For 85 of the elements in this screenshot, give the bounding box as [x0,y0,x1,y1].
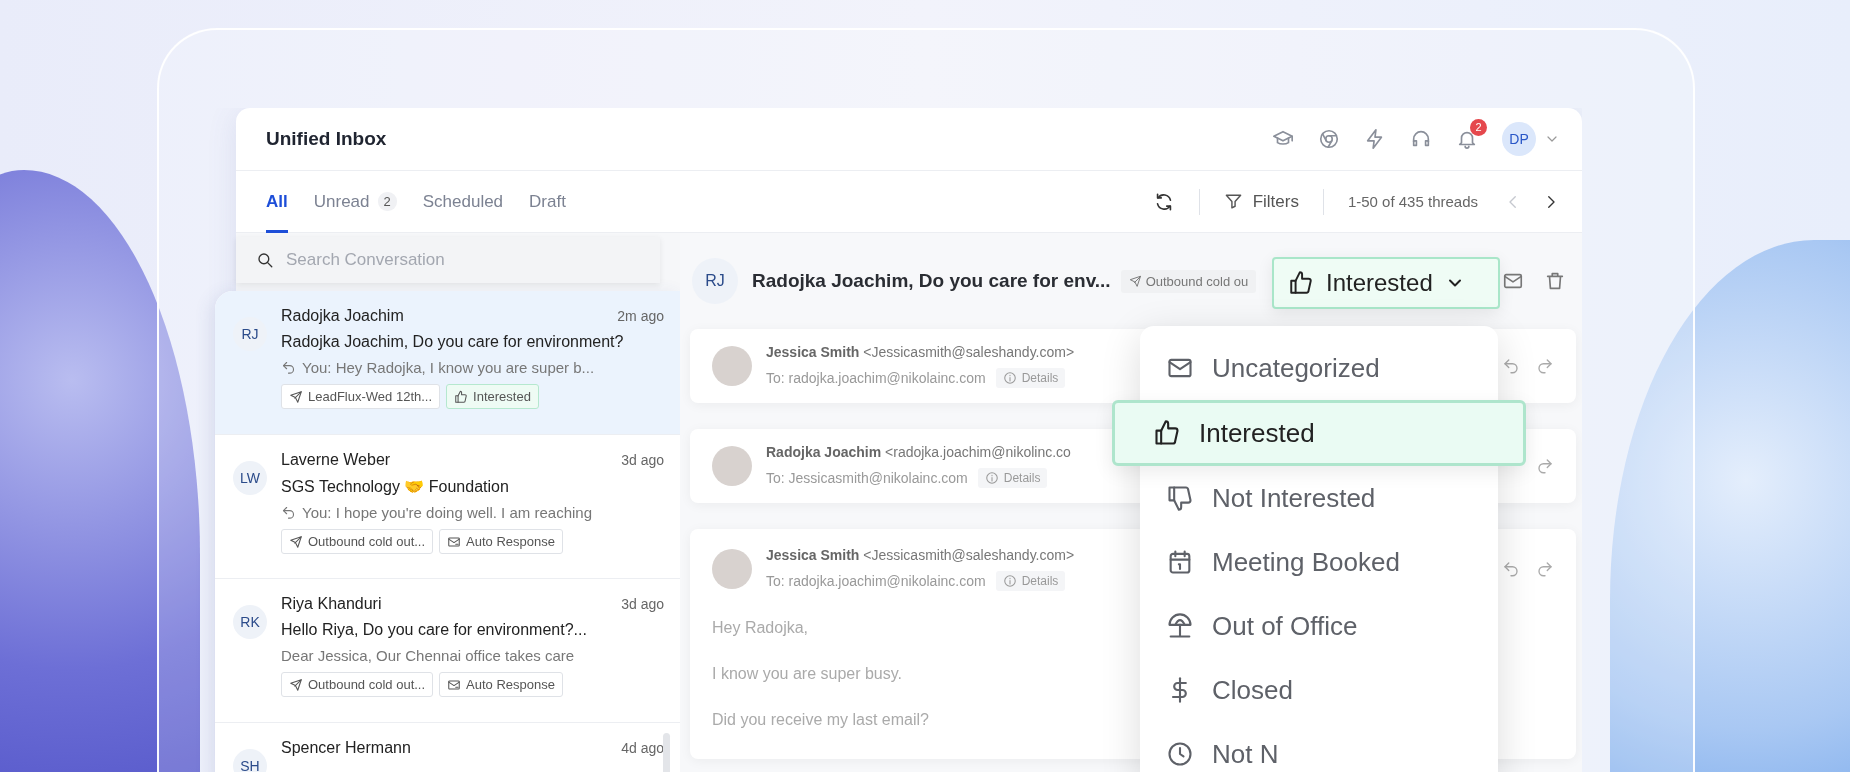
thumbs-up-icon [1288,270,1314,296]
beach-umbrella-icon [1166,612,1194,640]
tag: Interested [446,384,539,409]
send-icon [1128,274,1142,288]
forward-icon[interactable] [1536,457,1554,475]
user-avatar[interactable]: DP [1502,122,1536,156]
tag: LeadFlux-Wed 12th... [281,384,441,409]
contact-name: Riya Khanduri [281,595,382,613]
contact-avatar: RJ [692,258,738,304]
thread-subject: Radojka Joachim, Do you care for env... [752,270,1111,292]
filters-button[interactable]: Filters [1223,191,1299,212]
contact-name: Spencer Hermann [281,739,411,757]
thumbs-up-icon [454,389,469,404]
forward-icon[interactable] [1536,560,1554,578]
message-text: Did you receive my last email? [712,711,929,729]
search-icon [256,251,274,269]
menu-item[interactable]: Not Interested [1140,466,1498,530]
tab[interactable]: Scheduled [422,170,504,233]
trash-icon[interactable] [1544,270,1566,292]
notification-badge: 2 [1470,119,1487,136]
message-text: I know you are super busy. [712,665,903,683]
tag: Outbound cold out... [281,672,434,697]
timestamp: 3d ago [621,452,664,468]
send-icon [289,677,303,692]
subject-line: SGS Technology 🤝 Foundation [281,477,510,496]
timestamp: 4d ago [621,740,664,756]
recipient-line: To: radojka.joachim@nikolainc.com [766,370,986,386]
conversation-item[interactable]: LW Laverne Weber 3d ago SGS Technology 🤝 Foundation You: I hope you're doing well. I am reaching Outbound cold out... Auto Response [215,435,680,579]
reply-icon[interactable] [1502,560,1520,578]
avatar-placeholder [712,549,752,589]
contact-avatar: RK [233,605,267,639]
contact-avatar: LW [233,461,267,495]
avatar-placeholder [712,346,752,386]
contact-avatar: SH [233,749,267,772]
subject-line: Hello Riya, Do you care for environment?... [281,621,588,639]
envelope-icon [447,534,462,549]
tab[interactable]: Draft [529,170,566,233]
contact-name: Laverne Weber [281,451,391,469]
info-icon [984,471,999,485]
send-icon [289,389,303,404]
window-title: Unified Inbox [266,128,388,150]
send-icon [289,534,303,549]
message-preview: Dear Jessica, Our Chennai office takes care [281,647,575,664]
menu-item[interactable]: Not N [1140,722,1498,772]
menu-item[interactable]: Closed [1140,658,1498,722]
info-icon [1002,574,1017,588]
recipient-line: To: radojka.joachim@nikolainc.com [766,573,986,589]
unread-count: 2 [377,192,397,211]
aperture-icon[interactable] [1318,128,1340,150]
tag: Auto Response [439,672,563,697]
forward-icon[interactable] [1536,357,1554,375]
tag: Outbound cold out... [281,529,434,554]
conversation-item[interactable]: SH Spencer Hermann 4d ago [215,723,680,772]
timestamp: 2m ago [617,308,664,324]
clock-icon [1166,740,1194,768]
sender-line: Jessica Smith <Jessicasmith@saleshandy.com> [766,344,1075,360]
subject-line: Radojka Joachim, Do you care for environment? [281,333,625,351]
recipient-line: To: Jessicasmith@nikolainc.com [766,470,968,486]
thread-range: 1-50 of 435 threads [1347,193,1478,210]
sender-line: Jessica Smith <Jessicasmith@saleshandy.com> [766,547,1075,563]
menu-item[interactable]: Meeting Booked [1140,530,1498,594]
thumbs-down-icon [1166,484,1194,512]
message-preview: You: I hope you're doing well. I am reaching [302,504,592,521]
sender-line: Radojka Joachim <radojka.joachim@nikolinc.co [766,444,1071,460]
contact-name: Radojka Joachim [281,307,404,325]
menu-item[interactable]: Uncategorized [1140,336,1498,400]
category-dropdown[interactable]: Interested [1272,257,1500,309]
menu-item[interactable]: Out of Office [1140,594,1498,658]
tab[interactable]: Unread 2 [313,170,397,233]
envelope-icon [447,677,462,692]
conversation-item[interactable]: RJ Radojka Joachim 2m ago Radojka Joachim, Do you care for environment? You: Hey Radojka, I know you are super b... LeadFlux-Wed 12th... Interested [215,291,680,435]
avatar-placeholder [712,446,752,486]
thumbs-up-icon [1153,419,1181,447]
tag: Outbound cold ou [1120,269,1257,293]
message-text: Hey Radojka, [712,619,809,637]
search-field[interactable]: Search Conversation [236,237,660,283]
contact-avatar: RJ [233,317,267,351]
reply-icon[interactable] [1502,357,1520,375]
info-icon [1002,371,1017,385]
tag: Auto Response [439,529,563,554]
message-preview: You: Hey Radojka, I know you are super b... [302,359,595,376]
timestamp: 3d ago [621,596,664,612]
conversation-item[interactable]: RK Riya Khanduri 3d ago Hello Riya, Do you care for environment?... Dear Jessica, Our Chennai office takes care Outbound cold out... Auto Response [215,579,680,723]
menu-item[interactable]: Interested [1112,400,1526,466]
filter-icon [1223,192,1243,211]
